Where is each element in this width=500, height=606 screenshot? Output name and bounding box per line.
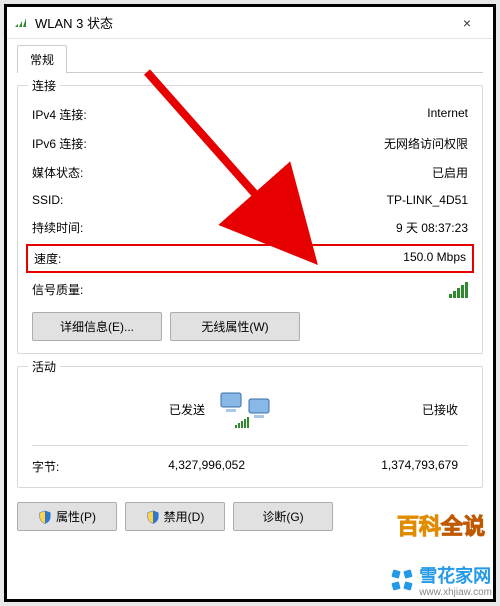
signal-quality-row: 信号质量: bbox=[32, 275, 468, 308]
media-state-row: 媒体状态: 已启用 bbox=[32, 158, 468, 187]
ssid-row: SSID: TP-LINK_4D51 bbox=[32, 187, 468, 213]
ssid-value: TP-LINK_4D51 bbox=[387, 193, 468, 207]
connection-group: 连接 IPv4 连接: Internet IPv6 连接: 无网络访问权限 媒体… bbox=[17, 85, 483, 354]
tab-general[interactable]: 常规 bbox=[17, 45, 67, 73]
sent-label: 已发送 bbox=[32, 401, 215, 418]
media-state-label: 媒体状态: bbox=[32, 164, 83, 181]
signal-quality-label: 信号质量: bbox=[32, 281, 83, 298]
snowflake-logo-icon bbox=[389, 567, 415, 593]
site-watermark: 雪花家网 www.xhjiaw.com bbox=[389, 562, 492, 598]
received-label: 已接收 bbox=[285, 401, 468, 418]
duration-row: 持续时间: 9 天 08:37:23 bbox=[32, 213, 468, 242]
connection-group-title: 连接 bbox=[28, 77, 60, 94]
bytes-row: 字节: 4,327,996,052 1,374,793,679 bbox=[32, 454, 468, 475]
tab-strip: 常规 bbox=[17, 45, 483, 73]
ipv6-value: 无网络访问权限 bbox=[384, 135, 468, 152]
activity-group: 活动 已发送 bbox=[17, 366, 483, 488]
properties-button[interactable]: 属性(P) bbox=[17, 502, 117, 531]
ipv4-row: IPv4 连接: Internet bbox=[32, 100, 468, 129]
signal-bars-icon bbox=[449, 282, 468, 298]
disable-button-label: 禁用(D) bbox=[164, 508, 205, 525]
speed-row: 速度: 150.0 Mbps bbox=[26, 244, 474, 273]
titlebar: WLAN 3 状态 × bbox=[7, 7, 493, 39]
wifi-icon bbox=[13, 15, 29, 31]
disable-button[interactable]: 禁用(D) bbox=[125, 502, 225, 531]
watermark-text: 雪花家网 bbox=[419, 566, 491, 586]
ipv4-label: IPv4 连接: bbox=[32, 106, 87, 123]
bytes-received-value: 1,374,793,679 bbox=[325, 458, 468, 475]
watermark-url: www.xhjiaw.com bbox=[419, 588, 492, 598]
speed-value: 150.0 Mbps bbox=[403, 250, 466, 267]
ipv4-value: Internet bbox=[427, 106, 468, 123]
details-button[interactable]: 详细信息(E)... bbox=[32, 312, 162, 341]
speed-label: 速度: bbox=[34, 250, 61, 267]
ipv6-label: IPv6 连接: bbox=[32, 135, 87, 152]
properties-button-label: 属性(P) bbox=[56, 508, 96, 525]
ssid-label: SSID: bbox=[32, 193, 63, 207]
window-title: WLAN 3 状态 bbox=[35, 13, 447, 32]
bytes-label: 字节: bbox=[32, 458, 112, 475]
activity-group-title: 活动 bbox=[28, 358, 60, 375]
duration-label: 持续时间: bbox=[32, 219, 83, 236]
media-state-value: 已启用 bbox=[432, 164, 468, 181]
network-activity-icon bbox=[215, 385, 275, 433]
shield-icon bbox=[38, 510, 52, 524]
wireless-properties-button[interactable]: 无线属性(W) bbox=[170, 312, 300, 341]
ipv6-row: IPv6 连接: 无网络访问权限 bbox=[32, 129, 468, 158]
duration-value: 9 天 08:37:23 bbox=[396, 219, 468, 236]
shield-icon bbox=[146, 510, 160, 524]
close-button[interactable]: × bbox=[447, 8, 487, 38]
bytes-sent-value: 4,327,996,052 bbox=[112, 458, 255, 475]
wlan-status-window: WLAN 3 状态 × 常规 连接 IPv4 连接: Internet IPv6… bbox=[7, 7, 493, 599]
diagnose-button[interactable]: 诊断(G) bbox=[233, 502, 333, 531]
diagnose-button-label: 诊断(G) bbox=[262, 508, 303, 525]
